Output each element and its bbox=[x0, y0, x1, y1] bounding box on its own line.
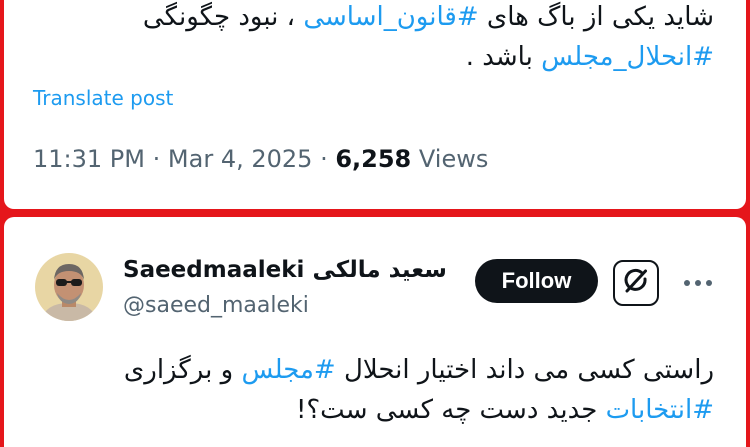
quoted-post-card: شاید یکی از باگ های #قانون_اساسی ، نبود … bbox=[4, 0, 746, 209]
post-metadata: 11:31 PM · Mar 4, 2025 · 6,258 Views bbox=[33, 145, 488, 173]
post-text-line-2: #انحلال_مجلس باشد . bbox=[466, 42, 714, 72]
post-text-line-1: شاید یکی از باگ های #قانون_اساسی ، نبود … bbox=[143, 2, 714, 32]
author-display-name[interactable]: Saeedmaaleki سعید مالکی bbox=[123, 257, 447, 283]
hashtag-link[interactable]: #قانون_اساسی bbox=[303, 2, 478, 32]
grok-icon bbox=[621, 266, 651, 300]
grok-button[interactable] bbox=[613, 260, 659, 306]
post-text-line-1: راستی کسی می داند اختیار انحلال #مجلس و … bbox=[124, 355, 714, 385]
views-label: Views bbox=[418, 145, 489, 173]
post-text-segment: ، نبود چگونگی bbox=[142, 2, 304, 32]
author-handle[interactable]: @saeed_maaleki bbox=[123, 293, 309, 318]
follow-button[interactable]: Follow bbox=[475, 259, 598, 303]
more-icon bbox=[683, 272, 713, 291]
avatar-image bbox=[35, 253, 103, 321]
post-text-segment: شاید یکی از باگ های bbox=[478, 2, 714, 32]
post-card: Saeedmaaleki سعید مالکی @saeed_maaleki F… bbox=[4, 217, 746, 447]
hashtag-link[interactable]: #مجلس bbox=[241, 355, 335, 385]
translate-post-link[interactable]: Translate post bbox=[33, 86, 173, 110]
post-text-segment: و برگزاری bbox=[123, 355, 242, 385]
post-text-segment: باشد . bbox=[465, 42, 542, 72]
separator: · bbox=[320, 145, 328, 173]
hashtag-link[interactable]: #انتخابات bbox=[606, 395, 714, 425]
post-text-segment: راستی کسی می داند اختیار انحلال bbox=[335, 355, 714, 385]
post-text-line-2: #انتخابات جدید دست چه کسی ست؟! bbox=[296, 395, 714, 425]
separator: · bbox=[152, 145, 161, 173]
post-text-segment: جدید دست چه کسی ست؟! bbox=[295, 395, 606, 425]
hashtag-link[interactable]: #انحلال_مجلس bbox=[541, 42, 714, 72]
views-count: 6,258 bbox=[335, 145, 412, 173]
post-time[interactable]: 11:31 PM bbox=[33, 145, 145, 173]
post-date[interactable]: Mar 4, 2025 bbox=[168, 145, 313, 173]
more-options-button[interactable] bbox=[678, 266, 718, 296]
avatar[interactable] bbox=[35, 253, 103, 321]
